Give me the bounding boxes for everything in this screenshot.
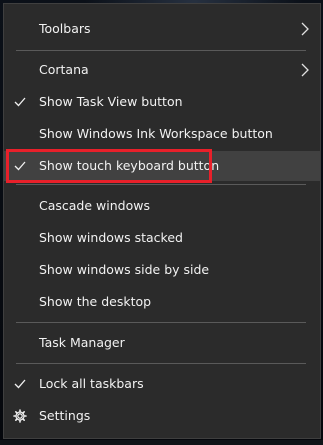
menu-item-show-touch-keyboard[interactable]: Show touch keyboard button: [4, 151, 320, 181]
menu-item-label: Cascade windows: [39, 198, 150, 213]
chevron-right-icon: [300, 14, 310, 44]
menu-item-cascade-windows[interactable]: Cascade windows: [4, 191, 320, 221]
gear-icon: [12, 401, 28, 431]
menu-item-task-manager[interactable]: Task Manager: [4, 328, 320, 358]
checkmark-icon: [12, 151, 28, 181]
menu-item-label: Show the desktop: [39, 294, 152, 309]
checkmark-icon: [12, 87, 28, 117]
menu-item-label: Show Windows Ink Workspace button: [39, 126, 273, 141]
menu-item-label: Cortana: [39, 62, 89, 77]
menu-item-show-task-view[interactable]: Show Task View button: [4, 87, 320, 117]
menu-item-label: Show windows side by side: [39, 262, 210, 277]
menu-item-label: Lock all taskbars: [39, 376, 144, 391]
menu-item-lock-taskbars[interactable]: Lock all taskbars: [4, 369, 320, 399]
menu-item-windows-stacked[interactable]: Show windows stacked: [4, 223, 320, 253]
taskbar-strip: [0, 440, 323, 445]
menu-item-show-desktop[interactable]: Show the desktop: [4, 287, 320, 317]
menu-item-cortana[interactable]: Cortana: [4, 55, 320, 85]
menu-item-label: Task Manager: [39, 335, 125, 350]
menu-separator: [16, 322, 306, 323]
menu-item-label: Settings: [39, 408, 91, 423]
chevron-right-icon: [300, 55, 310, 85]
menu-separator: [16, 50, 306, 51]
menu-item-label: Toolbars: [39, 21, 91, 36]
menu-item-show-ink-workspace[interactable]: Show Windows Ink Workspace button: [4, 119, 320, 149]
menu-separator: [16, 363, 306, 364]
menu-item-windows-side-by-side[interactable]: Show windows side by side: [4, 255, 320, 285]
menu-item-label: Show touch keyboard button: [39, 158, 220, 173]
menu-item-toolbars[interactable]: Toolbars: [4, 14, 320, 44]
checkmark-icon: [12, 369, 28, 399]
menu-item-label: Show Task View button: [39, 94, 183, 109]
menu-item-label: Show windows stacked: [39, 230, 183, 245]
taskbar-context-menu: Toolbars Cortana Show Task View button S…: [3, 3, 321, 439]
menu-item-settings[interactable]: Settings: [4, 401, 320, 431]
screen: Toolbars Cortana Show Task View button S…: [0, 0, 323, 445]
menu-separator: [16, 184, 306, 185]
